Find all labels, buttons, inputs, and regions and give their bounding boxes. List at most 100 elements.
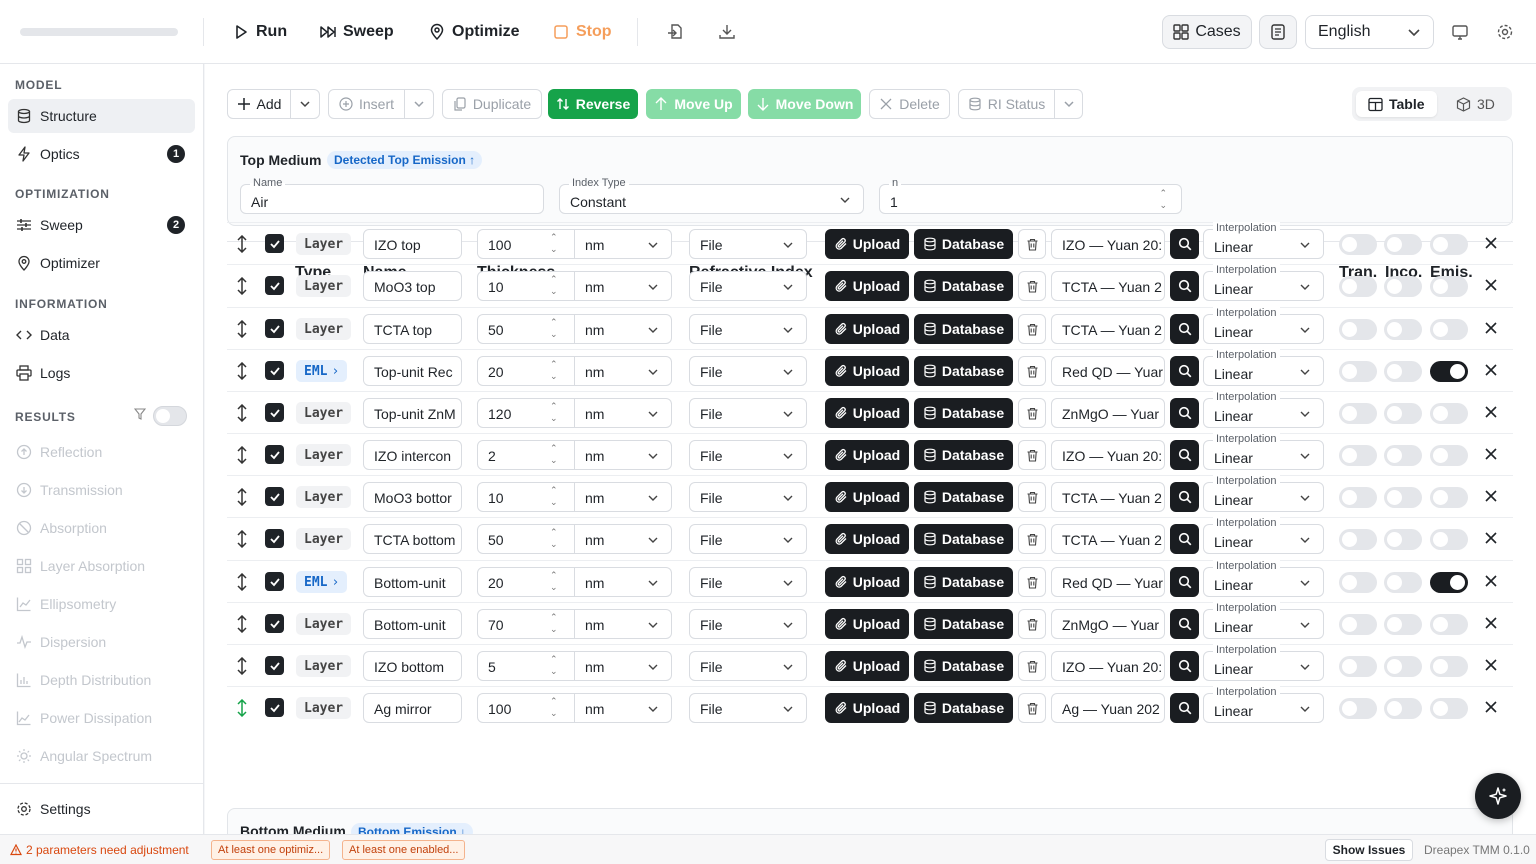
sidebar-item-angular-spectrum[interactable]: Angular Spectrum xyxy=(8,739,195,773)
ri-source-select[interactable]: File xyxy=(689,609,807,639)
interpolation-select[interactable]: Interpolation Linear xyxy=(1203,475,1324,512)
material-search-button[interactable] xyxy=(1170,567,1199,597)
ri-source-select[interactable]: File xyxy=(689,398,807,428)
emission-toggle[interactable] xyxy=(1430,572,1468,593)
transparent-toggle[interactable] xyxy=(1339,361,1377,382)
clear-material-button[interactable] xyxy=(1018,229,1046,259)
drag-handle-icon[interactable] xyxy=(235,488,249,506)
thickness-stepper[interactable]: ⌃ ⌄ xyxy=(550,526,558,550)
incoherent-toggle[interactable] xyxy=(1384,445,1422,466)
ri-status-button[interactable]: RI Status xyxy=(958,89,1055,119)
emission-toggle[interactable] xyxy=(1430,403,1468,424)
thickness-input[interactable]: 100 xyxy=(477,229,575,259)
emission-toggle[interactable] xyxy=(1430,234,1468,255)
drag-handle-icon[interactable] xyxy=(235,235,249,253)
row-enabled-checkbox[interactable] xyxy=(265,487,284,506)
interpolation-select[interactable]: Interpolation Linear xyxy=(1203,433,1324,470)
gear-icon[interactable] xyxy=(1493,20,1517,44)
upload-button[interactable]: Upload xyxy=(825,229,909,259)
unit-select[interactable]: nm xyxy=(575,271,672,301)
database-button[interactable]: Database xyxy=(914,398,1013,428)
delete-row-icon[interactable] xyxy=(1483,488,1499,504)
unit-select[interactable]: nm xyxy=(575,482,672,512)
material-field[interactable]: TCTA — Yuan 2 xyxy=(1051,482,1165,512)
upload-button[interactable]: Upload xyxy=(825,651,909,681)
interpolation-select[interactable]: Interpolation Linear xyxy=(1203,349,1324,386)
material-search-button[interactable] xyxy=(1170,524,1199,554)
thickness-input[interactable]: 120 xyxy=(477,398,575,428)
upload-button[interactable]: Upload xyxy=(825,693,909,723)
unit-select[interactable]: nm xyxy=(575,440,672,470)
thickness-stepper[interactable]: ⌃ ⌄ xyxy=(550,316,558,340)
thickness-stepper[interactable]: ⌃ ⌄ xyxy=(550,611,558,635)
delete-row-icon[interactable] xyxy=(1483,573,1499,589)
thickness-stepper[interactable]: ⌃ ⌄ xyxy=(550,653,558,677)
ri-source-select[interactable]: File xyxy=(689,271,807,301)
drag-handle-icon[interactable] xyxy=(235,699,249,717)
layer-name-input[interactable]: MoO3 top xyxy=(363,271,462,301)
thickness-input[interactable]: 20 xyxy=(477,356,575,386)
sidebar-item-depth-distribution[interactable]: Depth Distribution xyxy=(8,663,195,697)
layer-name-input[interactable]: IZO bottom xyxy=(363,651,462,681)
database-button[interactable]: Database xyxy=(914,229,1013,259)
upload-button[interactable]: Upload xyxy=(825,398,909,428)
drag-handle-icon[interactable] xyxy=(235,573,249,591)
incoherent-toggle[interactable] xyxy=(1384,614,1422,635)
notes-button[interactable] xyxy=(1259,15,1297,49)
n-value-field[interactable]: n 1 ⌃ ⌄ xyxy=(879,177,1182,214)
material-field[interactable]: IZO — Yuan 20: xyxy=(1051,229,1165,259)
thickness-stepper[interactable]: ⌃ ⌄ xyxy=(550,358,558,382)
delete-row-icon[interactable] xyxy=(1483,615,1499,631)
unit-select[interactable]: nm xyxy=(575,567,672,597)
thickness-input[interactable]: 5 xyxy=(477,651,575,681)
layer-name-input[interactable]: Top-unit ZnM xyxy=(363,398,462,428)
clear-material-button[interactable] xyxy=(1018,314,1046,344)
thickness-input[interactable]: 50 xyxy=(477,314,575,344)
download-icon[interactable] xyxy=(715,20,739,44)
delete-row-icon[interactable] xyxy=(1483,320,1499,336)
material-search-button[interactable] xyxy=(1170,440,1199,470)
emission-toggle[interactable] xyxy=(1430,698,1468,719)
drag-handle-icon[interactable] xyxy=(235,404,249,422)
database-button[interactable]: Database xyxy=(914,482,1013,512)
unit-select[interactable]: nm xyxy=(575,314,672,344)
clear-material-button[interactable] xyxy=(1018,356,1046,386)
sidebar-item-optimizer[interactable]: Optimizer xyxy=(8,246,195,280)
layer-name-input[interactable]: MoO3 bottor xyxy=(363,482,462,512)
unit-select[interactable]: nm xyxy=(575,609,672,639)
sidebar-item-layer-absorption[interactable]: Layer Absorption xyxy=(8,549,195,583)
stepper-icon[interactable]: ⌃ ⌄ xyxy=(1159,187,1167,211)
delete-row-icon[interactable] xyxy=(1483,699,1499,715)
delete-button[interactable]: Delete xyxy=(869,89,950,119)
layer-name-input[interactable]: IZO intercon xyxy=(363,440,462,470)
ri-source-select[interactable]: File xyxy=(689,356,807,386)
ri-status-dropdown-button[interactable] xyxy=(1054,89,1083,119)
interpolation-select[interactable]: Interpolation Linear xyxy=(1203,307,1324,344)
material-search-button[interactable] xyxy=(1170,609,1199,639)
sidebar-item-ellipsometry[interactable]: Ellipsometry xyxy=(8,587,195,621)
ri-source-select[interactable]: File xyxy=(689,440,807,470)
upload-button[interactable]: Upload xyxy=(825,440,909,470)
layer-type-chip[interactable]: EML › xyxy=(296,360,348,382)
row-enabled-checkbox[interactable] xyxy=(265,234,284,253)
thickness-input[interactable]: 10 xyxy=(477,271,575,301)
thickness-stepper[interactable]: ⌃ ⌄ xyxy=(550,231,558,255)
interpolation-select[interactable]: Interpolation Linear xyxy=(1203,560,1324,597)
thickness-input[interactable]: 20 xyxy=(477,567,575,597)
thickness-input[interactable]: 10 xyxy=(477,482,575,512)
sweep-button[interactable]: Sweep xyxy=(319,18,394,46)
reverse-button[interactable]: Reverse xyxy=(548,89,638,119)
transparent-toggle[interactable] xyxy=(1339,445,1377,466)
interpolation-select[interactable]: Interpolation Linear xyxy=(1203,264,1324,301)
upload-button[interactable]: Upload xyxy=(825,356,909,386)
incoherent-toggle[interactable] xyxy=(1384,529,1422,550)
row-enabled-checkbox[interactable] xyxy=(265,319,284,338)
ri-source-select[interactable]: File xyxy=(689,229,807,259)
unit-select[interactable]: nm xyxy=(575,651,672,681)
delete-row-icon[interactable] xyxy=(1483,362,1499,378)
database-button[interactable]: Database xyxy=(914,440,1013,470)
upload-button[interactable]: Upload xyxy=(825,271,909,301)
view-table-option[interactable]: Table xyxy=(1356,91,1437,117)
material-field[interactable]: Red QD — Yuar xyxy=(1051,567,1165,597)
clear-material-button[interactable] xyxy=(1018,693,1046,723)
